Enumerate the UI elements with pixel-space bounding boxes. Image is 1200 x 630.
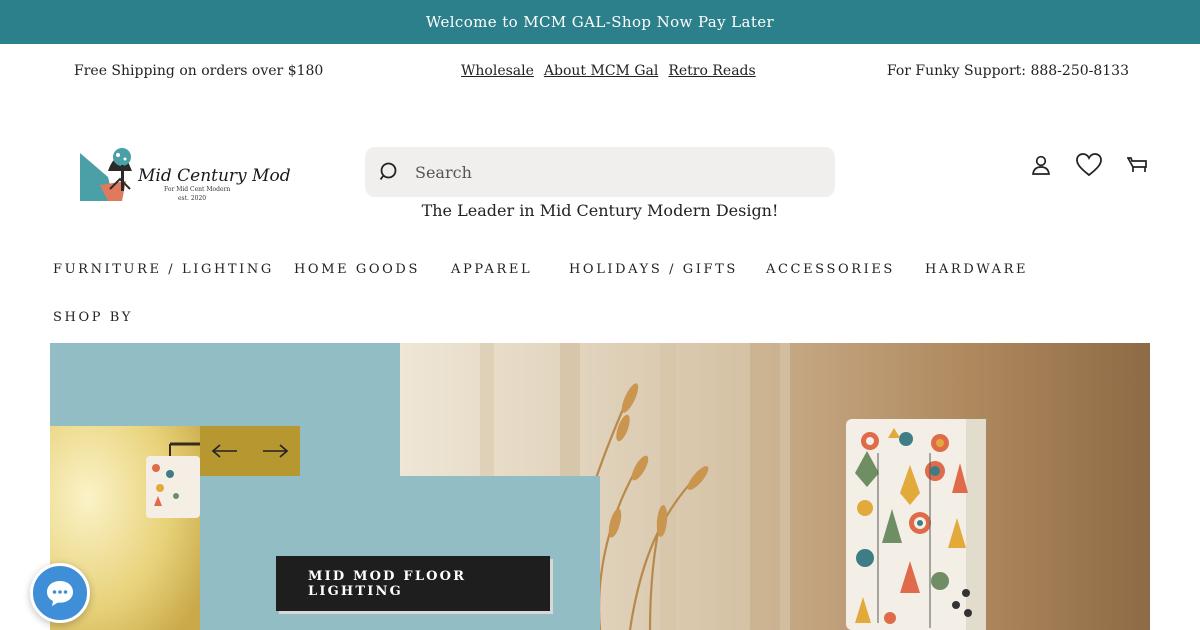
cart-icon[interactable] [1124,150,1150,180]
hero-slideshow: MID MOD FLOOR LIGHTING [50,343,1150,630]
nav-item-furniture-lighting[interactable]: FURNITURE / LIGHTING [53,262,274,277]
account-icon[interactable] [1028,150,1054,180]
nav-item-hardware[interactable]: HARDWARE [925,262,1028,277]
hero-cta-button[interactable]: MID MOD FLOOR LIGHTING [276,556,550,611]
wishlist-heart-icon[interactable] [1076,150,1102,180]
retro-reads-link[interactable]: Retro Reads [668,63,755,79]
search-bar[interactable] [365,147,835,197]
search-input[interactable] [415,162,795,182]
arrow-left-icon[interactable] [200,426,250,476]
logo-est: est. 2020 [178,195,206,202]
support-phone: For Funky Support: 888-250-8133 [886,63,1129,79]
chat-bubble-icon [47,581,73,606]
site-tagline: The Leader in Mid Century Modern Design! [421,201,779,220]
chat-button[interactable] [30,563,90,623]
logo-title: Mid Century Modern Gal [137,166,290,186]
nav-item-apparel[interactable]: APPAREL [451,262,532,277]
nav-item-home-goods[interactable]: HOME GOODS [294,262,420,277]
slideshow-controls [200,426,300,476]
logo-subtitle: For Mid Cent Modern [164,186,230,193]
nav-item-accessories[interactable]: ACCESSORIES [766,262,895,277]
nav-item-shop-by[interactable]: SHOP BY [53,310,133,325]
utility-bar: Free Shipping on orders over $180 Wholes… [0,44,1200,98]
wholesale-link[interactable]: Wholesale [461,63,534,79]
site-logo[interactable]: Mid Century Modern Gal For Mid Cent Mode… [78,143,290,205]
arrow-right-icon[interactable] [250,426,300,476]
utility-links: Wholesale About MCM Gal Retro Reads [461,63,756,79]
nav-item-holidays-gifts[interactable]: HOLIDAYS / GIFTS [569,262,738,277]
search-icon[interactable] [365,147,415,197]
about-link[interactable]: About MCM Gal [544,63,658,79]
announcement-bar: Welcome to MCM GAL-Shop Now Pay Later [0,0,1200,44]
announcement-text: Welcome to MCM GAL-Shop Now Pay Later [425,13,775,31]
shipping-notice: Free Shipping on orders over $180 [74,63,324,79]
header-actions [1028,150,1150,180]
